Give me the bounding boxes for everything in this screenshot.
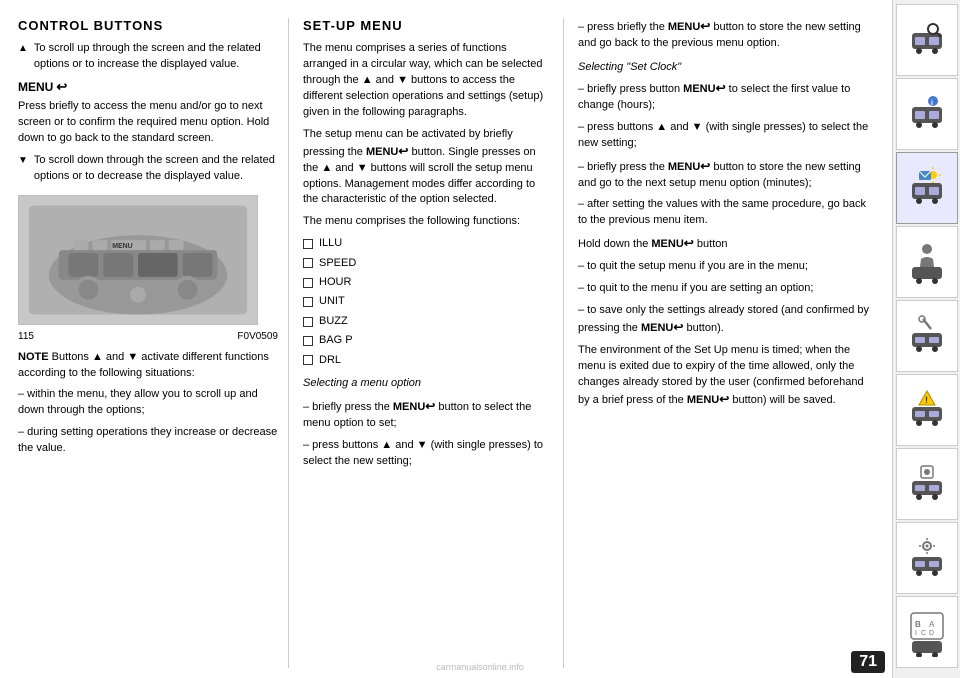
menu-item-buzz-label: BUZZ — [319, 314, 348, 329]
image-inner: MENU — [19, 196, 257, 324]
menu-item-unit-label: UNIT — [319, 294, 345, 309]
main-content: CONTROL BUTTONS ▲ To scroll up through t… — [0, 0, 892, 678]
menu-item-drl-label: DRL — [319, 353, 341, 368]
middle-column: SET-UP MENU The menu comprises a series … — [288, 18, 563, 668]
down-bullet-item: ▼ To scroll down through the screen and … — [18, 153, 278, 185]
menu-item-bagp-label: BAG P — [319, 333, 353, 348]
menu-item-speed-label: SPEED — [319, 256, 356, 271]
note-label: NOTE — [18, 351, 49, 363]
svg-text:i: i — [931, 100, 933, 107]
right-step3: – press briefly the MENU↩ button to stor… — [578, 18, 872, 52]
watermark: carmanualsonline.info — [436, 662, 524, 672]
sidebar-item-car-driver[interactable] — [896, 226, 958, 298]
menu-item-drl: DRL — [303, 353, 553, 368]
hold-step2: – to quit to the menu if you are setting… — [578, 281, 872, 297]
sidebar: i — [892, 0, 960, 678]
hold-step3: – to save only the settings already stor… — [578, 303, 872, 337]
menu-item-bagp: BAG P — [303, 333, 553, 348]
svg-text:MENU: MENU — [112, 243, 132, 250]
menu-item-hour-label: HOUR — [319, 275, 351, 290]
menu-arrow-icon: ↩ — [56, 79, 67, 94]
menu-item-unit: UNIT — [303, 294, 553, 309]
image-caption: 115 F0V0509 — [18, 331, 278, 342]
svg-text:!: ! — [925, 395, 928, 405]
menu-item-illu: ILLU — [303, 236, 553, 251]
up-triangle-icon: ▲ — [18, 42, 28, 73]
sidebar-item-car-tools[interactable] — [896, 300, 958, 372]
sidebar-item-car-settings[interactable] — [896, 522, 958, 594]
select-step2: – press buttons ▲ and ▼ (with single pre… — [303, 438, 553, 470]
car-driver-icon — [907, 237, 947, 287]
car-warning-icon: ! — [907, 385, 947, 435]
clock-step1: – briefly press button MENU↩ to select t… — [578, 80, 872, 114]
middle-comprises: The menu comprises the following functio… — [303, 214, 553, 230]
car-info-icon: i — [907, 89, 947, 139]
menu-desc: Press briefly to access the menu and/or … — [18, 99, 278, 147]
car-message-icon — [907, 163, 947, 213]
svg-text:D: D — [929, 630, 934, 637]
menu-section: MENU ↩ — [18, 79, 278, 95]
sidebar-item-car-service[interactable] — [896, 448, 958, 520]
menu-item-illu-label: ILLU — [319, 236, 342, 251]
control-image: MENU — [18, 195, 258, 325]
checkbox-icon — [303, 258, 313, 268]
checkbox-icon — [303, 239, 313, 249]
menu-label: MENU — [18, 80, 53, 94]
sidebar-item-car-info[interactable]: i — [896, 78, 958, 150]
svg-text:I: I — [915, 630, 917, 637]
car-search-icon — [907, 15, 947, 65]
sidebar-item-car-warning[interactable]: ! — [896, 374, 958, 446]
svg-text:A: A — [929, 620, 935, 629]
note-bullet2: – during setting operations they increas… — [18, 425, 278, 457]
middle-title: SET-UP MENU — [303, 18, 553, 33]
note-bullet1: – within the menu, they allow you to scr… — [18, 387, 278, 419]
select-step1: – briefly press the MENU↩ button to sele… — [303, 398, 553, 432]
checkbox-icon — [303, 278, 313, 288]
menu-item-hour: HOUR — [303, 275, 553, 290]
hold-title: Hold down the MENU↩ button — [578, 235, 872, 253]
up-bullet-item: ▲ To scroll up through the screen and th… — [18, 41, 278, 73]
sidebar-item-car-message[interactable] — [896, 152, 958, 224]
page-number: 71 — [851, 651, 885, 673]
checkbox-icon — [303, 297, 313, 307]
selecting-clock-label: Selecting "Set Clock" — [578, 60, 872, 76]
sidebar-item-car-alphabet[interactable]: B A I C D — [896, 596, 958, 668]
timed-text: The environment of the Set Up menu is ti… — [578, 343, 872, 409]
car-tools-icon — [907, 311, 947, 361]
clock-step4: – after setting the values with the same… — [578, 197, 872, 229]
svg-text:C: C — [921, 630, 926, 637]
up-bullet-text: To scroll up through the screen and the … — [34, 41, 278, 73]
checkbox-icon — [303, 355, 313, 365]
down-triangle-icon: ▼ — [18, 154, 28, 185]
image-code: F0V0509 — [237, 331, 278, 342]
down-bullet-text: To scroll down through the screen and th… — [34, 153, 278, 185]
image-number: 115 — [18, 331, 34, 342]
clock-step2: – press buttons ▲ and ▼ (with single pre… — [578, 120, 872, 152]
middle-intro: The menu comprises a series of functions… — [303, 41, 553, 121]
checkbox-icon — [303, 336, 313, 346]
svg-text:B: B — [915, 620, 921, 629]
dashboard-image-svg: MENU — [19, 195, 257, 325]
note-body: Buttons ▲ and ▼ activate different funct… — [18, 351, 269, 379]
left-column: CONTROL BUTTONS ▲ To scroll up through t… — [18, 18, 288, 668]
car-alphabet-icon: B A I C D — [907, 607, 947, 657]
menu-item-buzz: BUZZ — [303, 314, 553, 329]
note-text: NOTE Buttons ▲ and ▼ activate different … — [18, 350, 278, 382]
clock-step3: – briefly press the MENU↩ button to stor… — [578, 158, 872, 192]
middle-activate: The setup menu can be activated by brief… — [303, 127, 553, 209]
car-service-icon — [907, 459, 947, 509]
car-settings-icon — [907, 533, 947, 583]
right-column: – press briefly the MENU↩ button to stor… — [563, 18, 882, 668]
checkbox-icon — [303, 317, 313, 327]
menu-item-speed: SPEED — [303, 256, 553, 271]
hold-step1: – to quit the setup menu if you are in t… — [578, 259, 872, 275]
selecting-label: Selecting a menu option — [303, 376, 553, 392]
left-title: CONTROL BUTTONS — [18, 18, 278, 33]
menu-items-list: ILLU SPEED HOUR UNIT BUZZ BAG P — [303, 236, 553, 368]
sidebar-item-car-search[interactable] — [896, 4, 958, 76]
